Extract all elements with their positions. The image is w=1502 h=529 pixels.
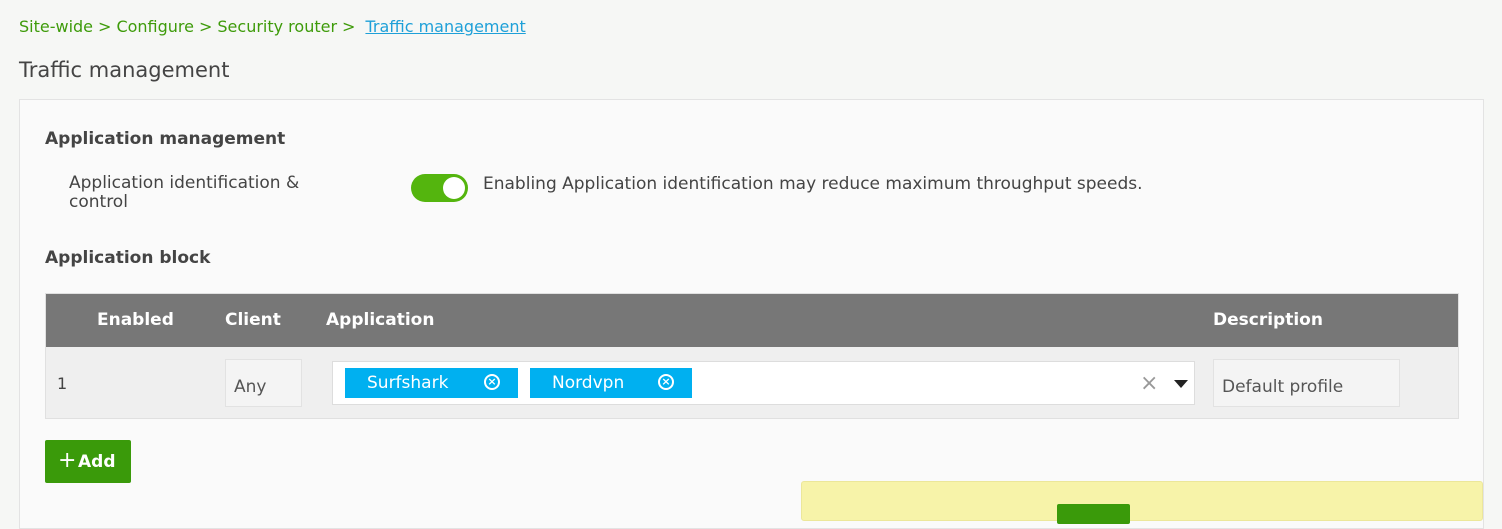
page-title: Traffic management bbox=[19, 58, 230, 82]
chip-remove-icon[interactable]: × bbox=[658, 374, 674, 390]
application-block-table: Enabled Client Application Description 1… bbox=[45, 293, 1459, 419]
breadcrumb-item-configure[interactable]: Configure bbox=[116, 17, 194, 36]
clear-selection-icon[interactable]: × bbox=[1140, 371, 1158, 396]
client-field[interactable]: Any bbox=[225, 359, 302, 407]
add-button-label: Add bbox=[78, 452, 116, 472]
app-identification-toggle[interactable] bbox=[411, 174, 468, 202]
table-row: 1 Any Surfshark × Nordvpn × × Default pr… bbox=[46, 347, 1458, 418]
application-management-title: Application management bbox=[45, 129, 286, 149]
chevron-down-icon[interactable] bbox=[1174, 380, 1188, 388]
app-identification-label: Application identification & control bbox=[69, 173, 300, 212]
add-button[interactable]: + Add bbox=[45, 440, 131, 483]
chip-label: Nordvpn bbox=[552, 373, 625, 393]
application-chip-surfshark: Surfshark × bbox=[345, 368, 518, 398]
app-identification-note: Enabling Application identification may … bbox=[483, 174, 1143, 194]
breadcrumb-separator: > bbox=[198, 17, 213, 36]
column-header-application: Application bbox=[326, 310, 435, 330]
application-select[interactable]: Surfshark × Nordvpn × × bbox=[332, 361, 1195, 405]
toggle-knob bbox=[443, 177, 465, 199]
breadcrumb-current-link[interactable]: Traffic management bbox=[365, 17, 525, 36]
breadcrumb-separator: > bbox=[342, 17, 356, 36]
settings-panel: Application management Application ident… bbox=[19, 99, 1484, 529]
breadcrumb-separator: > bbox=[98, 17, 112, 36]
unsaved-changes-bar bbox=[801, 481, 1483, 524]
chip-remove-icon[interactable]: × bbox=[484, 374, 500, 390]
plus-icon: + bbox=[58, 448, 77, 473]
column-header-enabled: Enabled bbox=[97, 310, 174, 330]
column-header-client: Client bbox=[225, 310, 281, 330]
application-chip-nordvpn: Nordvpn × bbox=[530, 368, 692, 398]
breadcrumb-item-site-wide[interactable]: Site-wide bbox=[19, 17, 93, 36]
column-header-description: Description bbox=[1213, 310, 1323, 330]
chip-label: Surfshark bbox=[367, 373, 449, 393]
table-header: Enabled Client Application Description bbox=[46, 294, 1458, 347]
row-index: 1 bbox=[57, 374, 68, 393]
breadcrumb-item-security-router[interactable]: Security router bbox=[217, 17, 337, 36]
breadcrumb: Site-wide > Configure > Security router > Traf… bbox=[19, 17, 526, 36]
application-block-title: Application block bbox=[45, 248, 211, 268]
save-button[interactable] bbox=[1057, 504, 1130, 524]
description-field[interactable]: Default profile bbox=[1213, 359, 1400, 407]
